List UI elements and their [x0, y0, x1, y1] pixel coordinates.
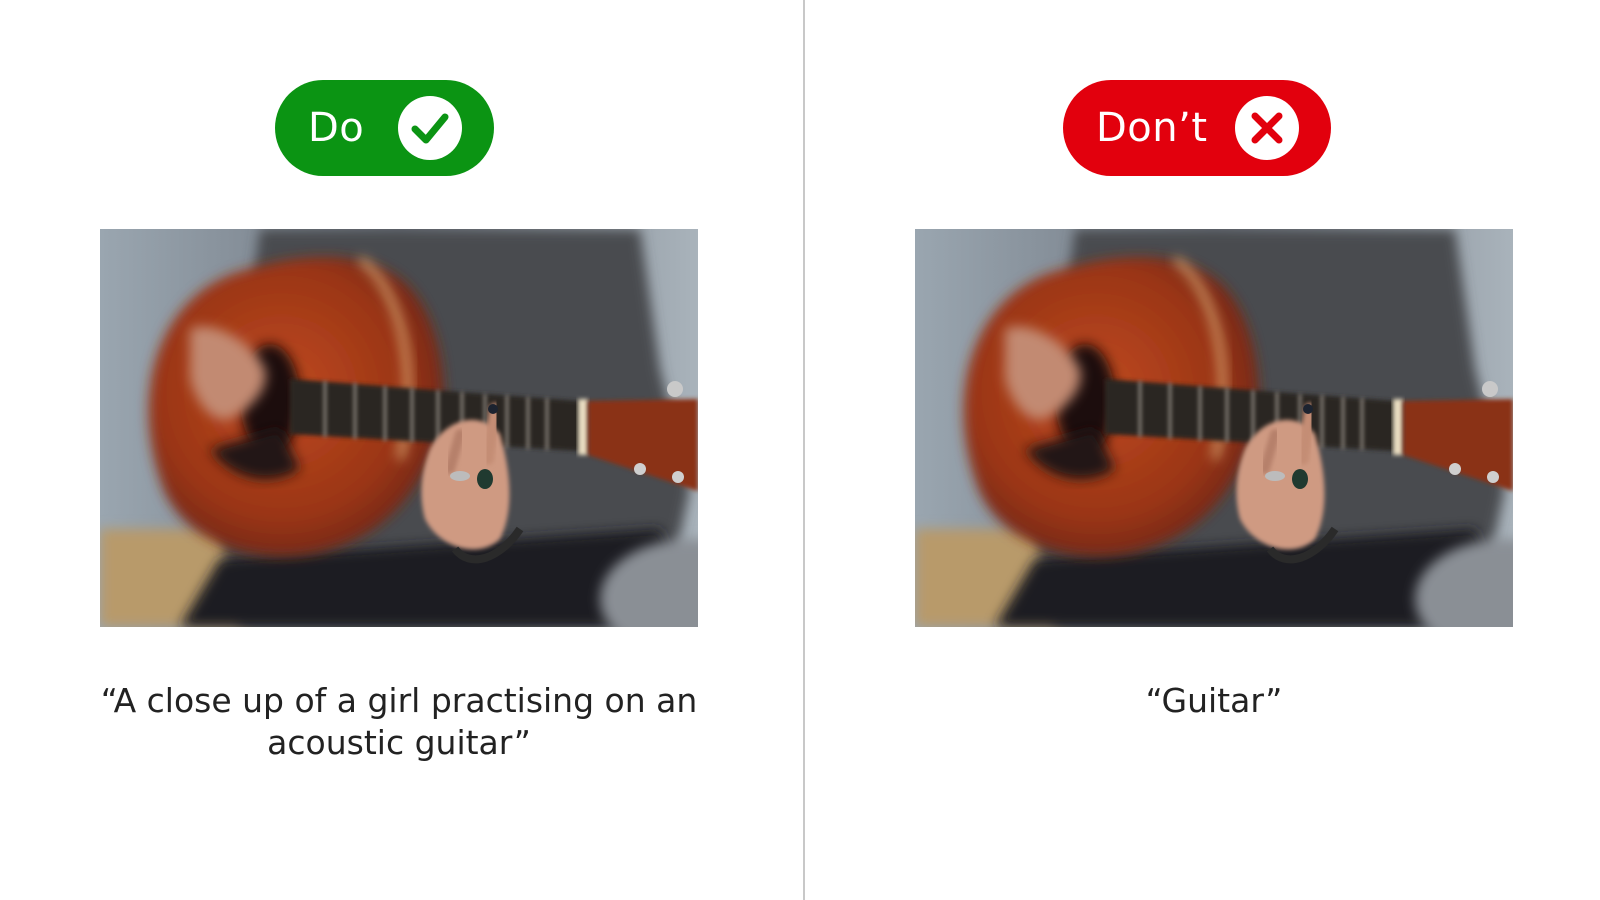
guitar-photo: [915, 229, 1513, 627]
guitar-photo: [100, 229, 698, 627]
dont-badge: Don’t: [1063, 80, 1331, 176]
dont-label: Don’t: [1096, 105, 1208, 151]
cross-icon: [1235, 96, 1299, 160]
do-caption: “A close up of a girl practising on an a…: [100, 681, 698, 762]
check-icon: [398, 96, 462, 160]
do-badge: Do: [275, 80, 494, 176]
do-label: Do: [308, 105, 365, 151]
panel-divider: [803, 0, 805, 900]
dont-caption: “Guitar”: [1145, 681, 1283, 720]
